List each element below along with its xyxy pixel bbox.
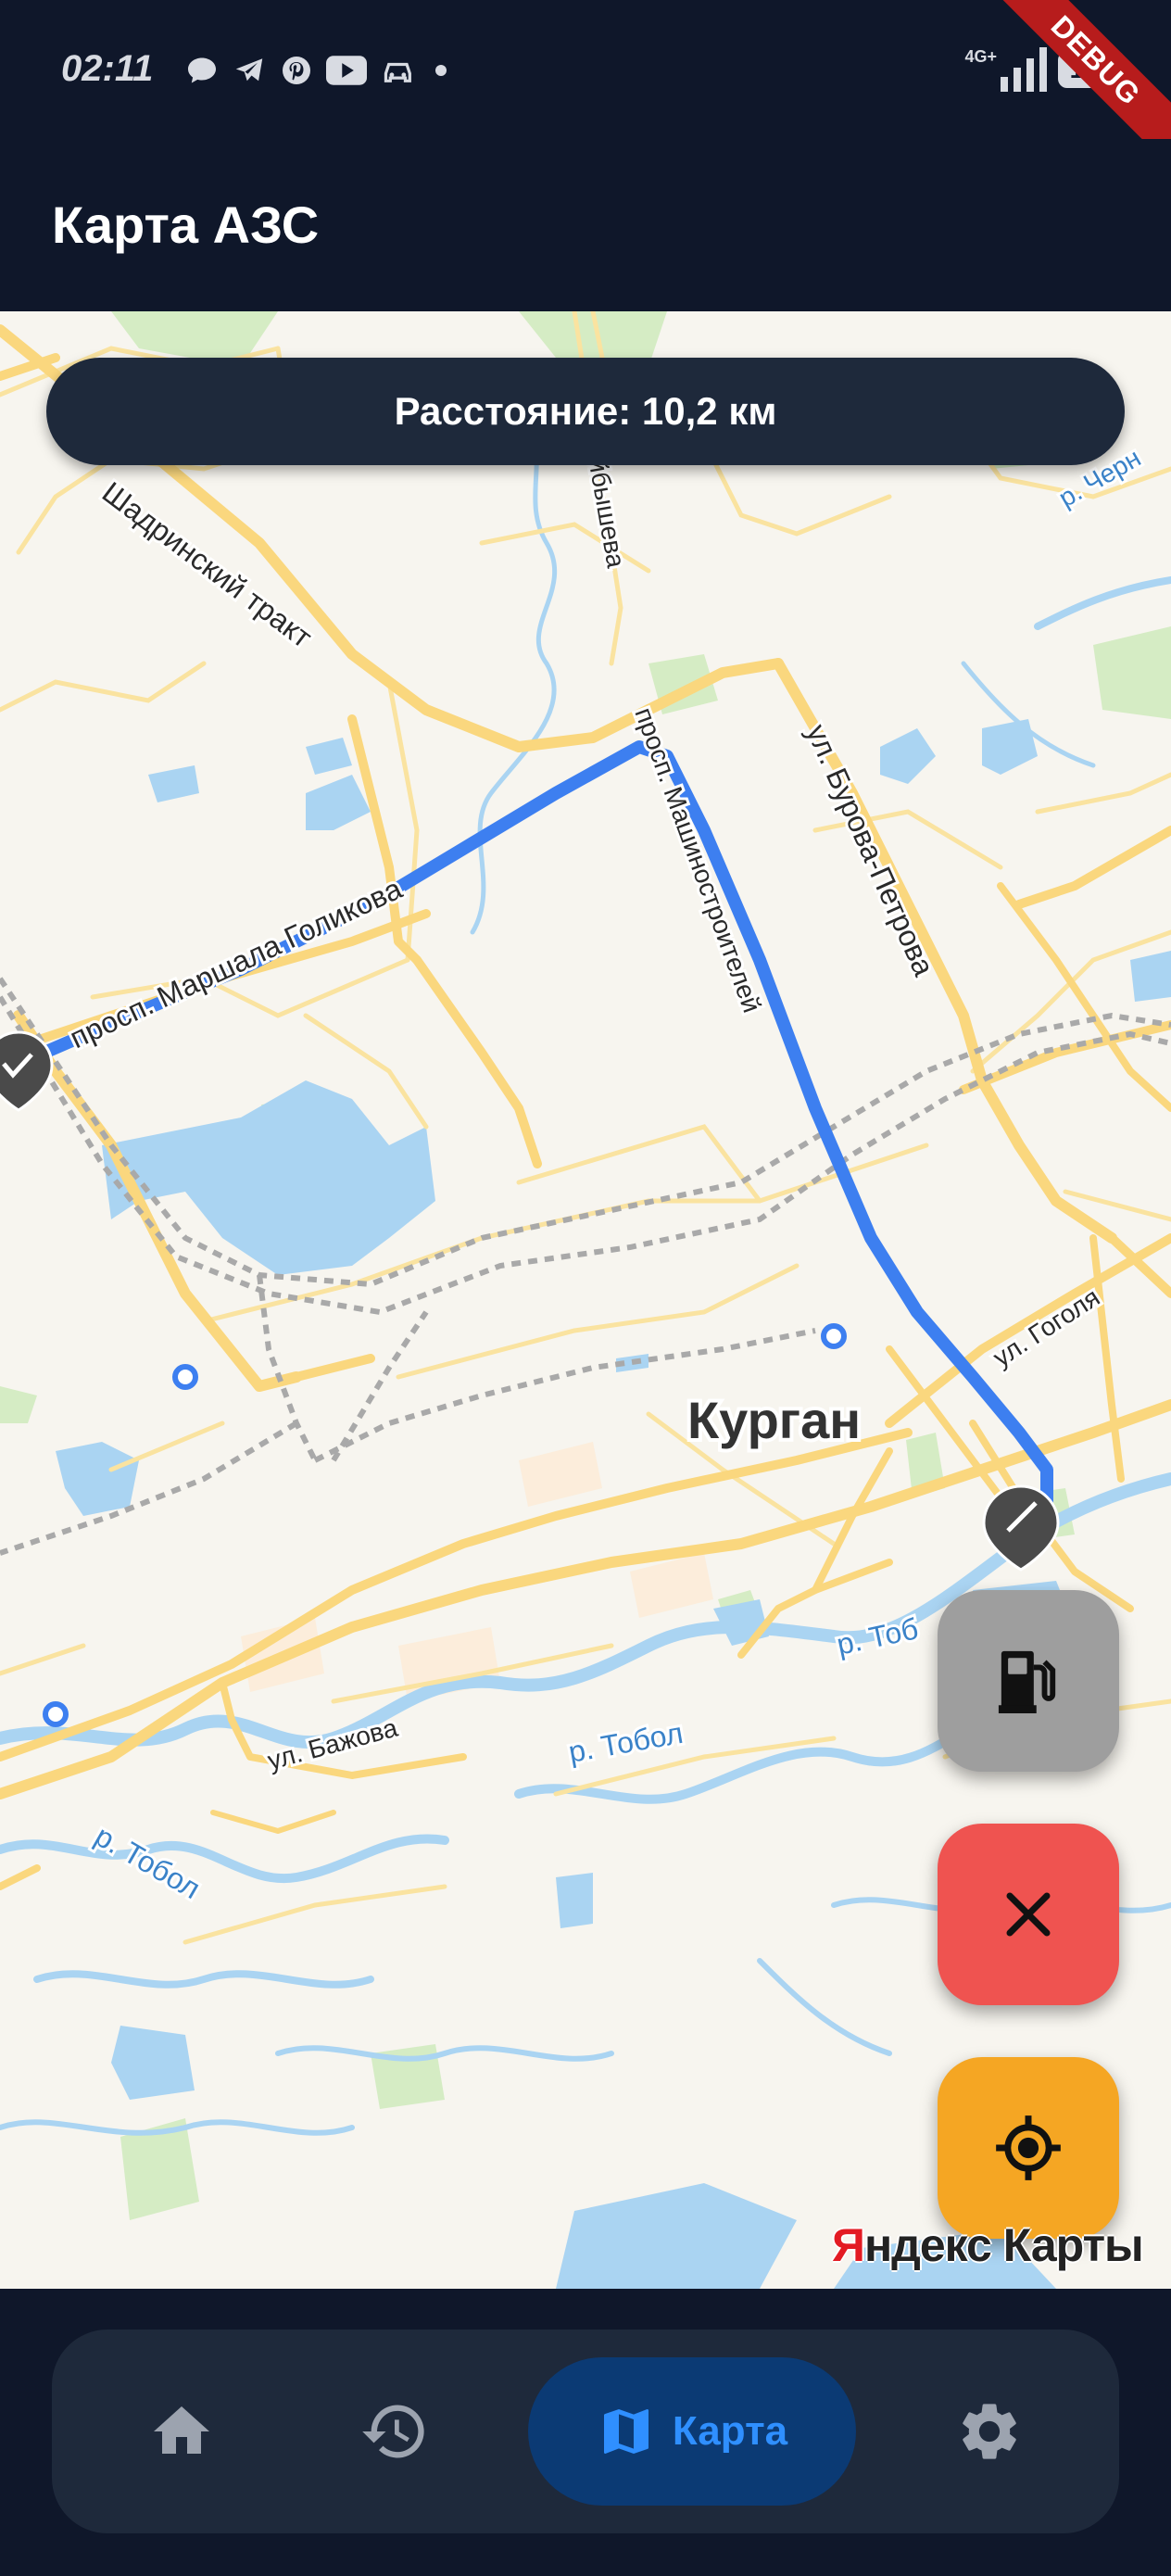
network-type: 4G+ bbox=[964, 46, 997, 66]
label-city: Курган bbox=[687, 1391, 861, 1449]
page-title: Карта АЗС bbox=[52, 196, 320, 254]
route-start-marker[interactable] bbox=[0, 1030, 54, 1112]
map-icon bbox=[603, 2409, 648, 2454]
my-location-button[interactable] bbox=[938, 2057, 1119, 2239]
settings-icon bbox=[963, 2404, 1016, 2459]
home-icon bbox=[154, 2406, 209, 2454]
distance-banner: Расстояние: 10,2 км bbox=[46, 358, 1125, 465]
app-bar: Карта АЗС bbox=[0, 139, 1171, 311]
nav-history[interactable] bbox=[321, 2357, 469, 2506]
yandex-maps-logo: Яндекс Карты bbox=[832, 2218, 1144, 2272]
my-location-icon bbox=[996, 2115, 1061, 2180]
nav-settings[interactable] bbox=[915, 2357, 1064, 2506]
label-tobol-3: р. Тоб bbox=[834, 1611, 921, 1661]
car-icon bbox=[384, 62, 411, 82]
label-gogolya: ул. Гоголя bbox=[988, 1282, 1104, 1372]
bottom-navigation: Карта bbox=[52, 2330, 1119, 2533]
label-tobol-2: р. Тобол bbox=[90, 1819, 207, 1905]
bottom-area: Карта bbox=[0, 2289, 1171, 2576]
nav-home[interactable] bbox=[107, 2357, 256, 2506]
fuel-stations-button[interactable] bbox=[938, 1590, 1119, 1772]
label-bazhova: ул. Бажова bbox=[265, 1713, 401, 1775]
status-bar: 02:11 4G+ 100 DEBUG bbox=[0, 0, 1171, 172]
cancel-route-button[interactable] bbox=[938, 1824, 1119, 2005]
notification-icons bbox=[185, 50, 450, 91]
status-time: 02:11 bbox=[61, 48, 154, 89]
dot-icon bbox=[435, 65, 447, 76]
logo-first-letter: Я bbox=[832, 2219, 865, 2271]
chat-icon bbox=[188, 57, 216, 83]
label-mashinostroiteley: просп. Машиностроителей bbox=[629, 703, 766, 1016]
pinterest-icon bbox=[283, 57, 310, 84]
nav-map[interactable]: Карта bbox=[528, 2357, 856, 2506]
logo-text: ндекс Карты bbox=[863, 2219, 1144, 2271]
telegram-icon bbox=[235, 58, 263, 82]
signal-icon bbox=[1001, 47, 1047, 92]
urban-blocks bbox=[241, 1442, 713, 1701]
youtube-icon bbox=[326, 56, 367, 85]
map-view[interactable]: Шадринский тракт Куйбышева просп. Машино… bbox=[0, 311, 1171, 2289]
close-icon bbox=[1006, 1892, 1051, 1937]
label-golikova: просп. Маршала Голикова bbox=[65, 871, 408, 1054]
nav-map-label: Карта bbox=[672, 2408, 788, 2454]
label-tobol-1: р. Тобол bbox=[566, 1716, 686, 1769]
fuel-pump-icon bbox=[998, 1650, 1056, 1713]
history-icon bbox=[362, 2405, 424, 2458]
